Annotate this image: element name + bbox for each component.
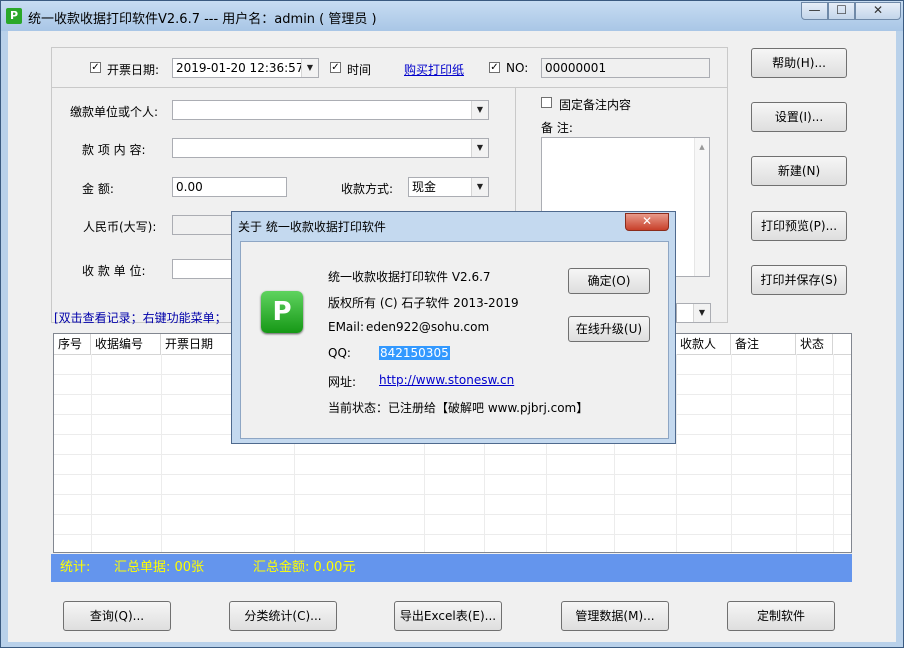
close-button[interactable]: ✕ — [855, 2, 901, 20]
app-logo-icon: P — [261, 291, 303, 333]
no-checkbox[interactable]: ✓ — [489, 62, 500, 73]
about-dialog: 关于 统一收款收据打印软件 ✕ P 统一收款收据打印软件 V2.6.7 版权所有… — [231, 211, 676, 444]
date-picker[interactable]: 2019-01-20 12:36:57 ▼ — [172, 58, 319, 78]
category-stats-button[interactable]: 分类统计(C)... — [229, 601, 337, 631]
manage-data-button[interactable]: 管理数据(M)... — [561, 601, 669, 631]
count-summary: 汇总单据: 00张 — [114, 560, 205, 575]
print-preview-button[interactable]: 打印预览(P)... — [751, 211, 847, 241]
method-label: 收款方式: — [341, 182, 394, 196]
no-field[interactable]: 00000001 — [541, 58, 710, 78]
dialog-body: P 统一收款收据打印软件 V2.6.7 版权所有 (C) 石子软件 2013-2… — [240, 241, 669, 439]
col-header-note[interactable]: 备注 — [731, 334, 796, 354]
copyright-text: 版权所有 (C) 石子软件 2013-2019 — [328, 296, 519, 310]
product-name: 统一收款收据打印软件 V2.6.7 — [328, 270, 491, 284]
main-window: P 统一收款收据打印软件V2.6.7 --- 用户名：admin ( 管理员 )… — [0, 0, 904, 648]
help-button[interactable]: 帮助(H)... — [751, 48, 847, 78]
grid-line — [54, 514, 851, 515]
item-label: 款 项 内 容: — [82, 143, 146, 157]
col-header-status[interactable]: 状态 — [796, 334, 833, 354]
chevron-down-icon[interactable]: ▼ — [693, 304, 710, 322]
email-value: eden922@sohu.com — [366, 320, 490, 334]
date-label: 开票日期: — [107, 63, 160, 77]
site-link[interactable]: http://www.stonesw.cn — [379, 373, 514, 387]
online-upgrade-button[interactable]: 在线升级(U) — [568, 316, 650, 342]
no-label: NO: — [506, 61, 529, 75]
window-title: 统一收款收据打印软件V2.6.7 --- 用户名：admin ( 管理员 ) — [28, 12, 377, 27]
payer-combo[interactable]: ▼ — [172, 100, 489, 120]
time-checkbox[interactable]: ✓ — [330, 62, 341, 73]
payer-label: 缴款单位或个人: — [70, 105, 159, 119]
settings-button[interactable]: 设置(I)... — [751, 102, 847, 132]
buy-paper-link[interactable]: 购买打印纸 — [404, 61, 464, 78]
method-value: 现金 — [412, 180, 437, 194]
rmb-label: 人民币(大写): — [83, 220, 157, 234]
note-scrollbar[interactable]: ▲ — [694, 138, 709, 276]
email-label: EMail: — [328, 320, 364, 334]
dialog-close-button[interactable]: ✕ — [625, 213, 669, 231]
note-label: 备 注: — [541, 121, 573, 135]
chevron-down-icon[interactable]: ▼ — [301, 59, 318, 77]
amount-field[interactable]: 0.00 — [172, 177, 287, 197]
date-checkbox[interactable]: ✓ — [90, 62, 101, 73]
fixed-note-checkbox[interactable] — [541, 97, 552, 108]
grid-line — [54, 534, 851, 535]
summary-bar: 统计: 汇总单据: 00张 汇总金额: 0.00元 — [51, 554, 852, 582]
ok-button[interactable]: 确定(O) — [568, 268, 650, 294]
col-header-payee[interactable]: 收款人 — [676, 334, 731, 354]
registration-status: 当前状态：已注册给【破解吧 www.pjbrj.com】 — [328, 401, 589, 415]
grid-line — [54, 474, 851, 475]
maximize-button[interactable]: ☐ — [828, 2, 855, 20]
col-header-index[interactable]: 序号 — [54, 334, 91, 354]
amount-label: 金 额: — [82, 182, 114, 196]
filter-select[interactable]: ▼ — [676, 303, 711, 323]
grid-line — [54, 494, 851, 495]
grid-line — [54, 454, 851, 455]
chevron-down-icon[interactable]: ▼ — [471, 101, 488, 119]
app-icon: P — [6, 8, 22, 24]
receiver-label: 收 款 单 位: — [82, 264, 146, 278]
method-select[interactable]: 现金 ▼ — [408, 177, 489, 197]
new-button[interactable]: 新建(N) — [751, 156, 847, 186]
dialog-title: 关于 统一收款收据打印软件 — [238, 220, 386, 234]
minimize-button[interactable]: — — [801, 2, 828, 20]
amount-summary: 汇总金额: 0.00元 — [253, 560, 356, 575]
title-bar[interactable]: P 统一收款收据打印软件V2.6.7 --- 用户名：admin ( 管理员 )… — [1, 1, 903, 31]
qq-label: QQ: — [328, 346, 351, 360]
col-header-receipt-no[interactable]: 收据编号 — [91, 334, 161, 354]
date-value: 2019-01-20 12:36:57 — [176, 61, 304, 75]
chevron-down-icon[interactable]: ▼ — [471, 178, 488, 196]
print-save-button[interactable]: 打印并保存(S) — [751, 265, 847, 295]
hint-text: [双击查看记录；右键功能菜单； — [54, 311, 227, 325]
export-excel-button[interactable]: 导出Excel表(E)... — [394, 601, 502, 631]
customize-button[interactable]: 定制软件 — [727, 601, 835, 631]
site-label: 网址: — [328, 375, 357, 389]
item-combo[interactable]: ▼ — [172, 138, 489, 158]
qq-value[interactable]: 842150305 — [379, 346, 450, 360]
query-button[interactable]: 查询(Q)... — [63, 601, 171, 631]
fixed-note-label: 固定备注内容 — [559, 98, 632, 112]
time-label: 时间 — [347, 63, 372, 77]
chevron-down-icon[interactable]: ▼ — [471, 139, 488, 157]
stats-label: 统计: — [60, 560, 91, 575]
